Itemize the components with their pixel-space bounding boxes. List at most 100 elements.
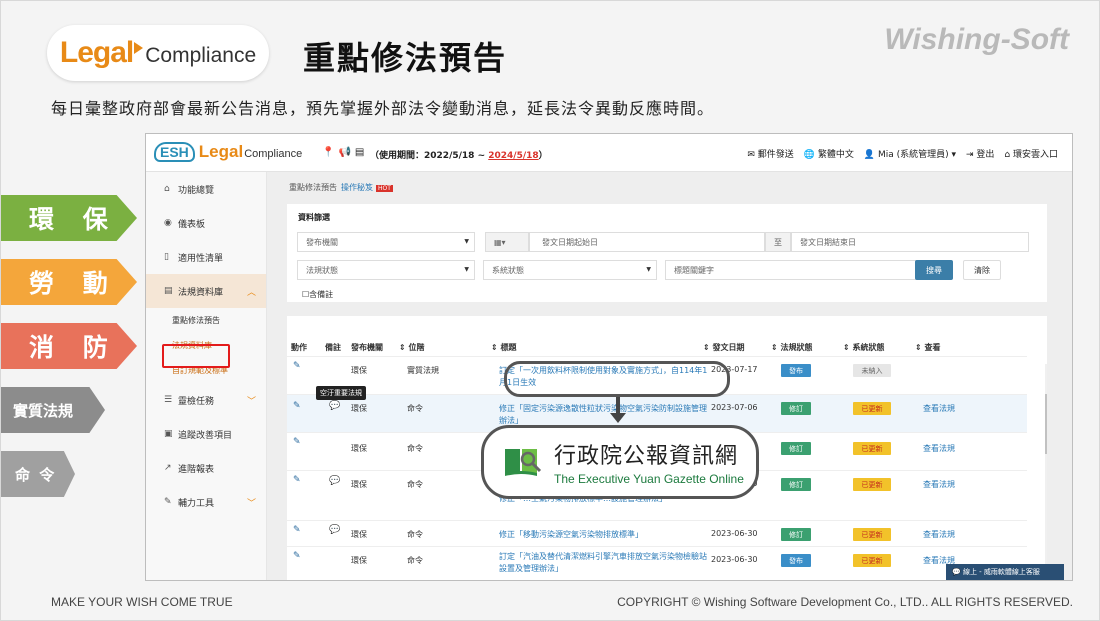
row-level: 命令 bbox=[407, 480, 423, 489]
sys-status-select[interactable]: 系統狀態 ▼ bbox=[483, 260, 657, 280]
wrench-icon: ✎ bbox=[164, 497, 172, 507]
hot-badge: HOT bbox=[376, 185, 393, 192]
view-law-link[interactable]: 查看法規 bbox=[923, 479, 955, 491]
row-agency: 環保 bbox=[351, 404, 367, 413]
sidebar-item-label: 法規資料庫 bbox=[178, 287, 224, 298]
clipboard-icon: ▣ bbox=[164, 429, 173, 439]
table-header: 動作 備註 發布機關 ⇕ 位階 ⇕ 標題 ⇕ 發文日期 ⇕ 法規狀態 ⇕ 系統狀… bbox=[287, 316, 1047, 353]
gazette-text: 行政院公報資訊網 The Executive Yuan Gazette Onli… bbox=[554, 438, 744, 486]
agency-select[interactable]: 發布機關 ▼ bbox=[297, 232, 475, 252]
sort-icon: ⇕ bbox=[915, 343, 922, 352]
date-start-input[interactable]: 發文日期起始日 bbox=[529, 232, 765, 252]
live-chat-bar[interactable]: 💬 線上 - 威雨軟體線上客服 bbox=[946, 564, 1064, 580]
edit-icon[interactable]: ✎ bbox=[293, 551, 301, 561]
sidebar: ⌂ 功能總覽 ◉ 儀表板 ▯ 適用性清單 ▤ 法規資料庫 ︿ 重點修法預告 法規資料庫 自… bbox=[146, 172, 267, 580]
table-row[interactable]: ✎ 💬 環保 命令 修正「移動污染源空氣污染物排放標準」 2023-06-30 … bbox=[287, 520, 1027, 546]
header-law-status-wrap[interactable]: ⇕ 法規狀態 bbox=[771, 342, 813, 353]
sidebar-item-law-database[interactable]: ▤ 法規資料庫 ︿ bbox=[146, 274, 266, 308]
sys-status-badge: 已更新 bbox=[853, 528, 891, 541]
row-title-link[interactable]: 修正「固定污染源逸散性粒狀污染物空氣污染防制設施管理辦法」 bbox=[499, 403, 709, 427]
mail-send-link[interactable]: ✉ 郵件發送 bbox=[747, 147, 793, 160]
row-title-link[interactable]: 修正「移動污染源空氣污染物排放標準」 bbox=[499, 529, 709, 541]
chart-icon: ↗ bbox=[164, 463, 172, 473]
header-sys-status-wrap[interactable]: ⇕ 系統狀態 bbox=[843, 342, 885, 353]
sidebar-item-tools[interactable]: ✎ 輔力工具 ﹀ bbox=[146, 485, 266, 519]
keyword-input[interactable]: 標題關鍵字 bbox=[665, 260, 929, 280]
search-button[interactable]: 搜尋 bbox=[915, 260, 953, 280]
header-date-wrap[interactable]: ⇕ 發文日期 bbox=[703, 342, 745, 353]
sys-status-badge: 已更新 bbox=[853, 554, 891, 567]
announce-icon[interactable]: 📢 bbox=[338, 147, 354, 158]
view-law-link[interactable]: 查看法規 bbox=[923, 403, 955, 415]
chat-label: 線上 - 威雨軟體線上客服 bbox=[962, 568, 1040, 576]
sidebar-item-overview[interactable]: ⌂ 功能總覽 bbox=[146, 172, 266, 206]
gazette-title-en: The Executive Yuan Gazette Online bbox=[554, 472, 744, 486]
header-sys-status: 系統狀態 bbox=[852, 343, 885, 352]
edit-icon[interactable]: ✎ bbox=[293, 475, 301, 485]
table-scrollbar[interactable] bbox=[1045, 364, 1047, 578]
slide: Legal Compliance 重點修法預告 Wishing-Soft 每日彙整… bbox=[0, 0, 1100, 621]
header-level-wrap[interactable]: ⇕ 位階 bbox=[399, 342, 425, 353]
scrollbar-thumb[interactable] bbox=[1045, 394, 1047, 454]
header-date: 發文日期 bbox=[712, 343, 745, 352]
period-sep: ~ bbox=[474, 151, 489, 161]
operation-guide-link[interactable]: 操作秘笈 bbox=[341, 183, 373, 192]
clear-button[interactable]: 清除 bbox=[963, 260, 1001, 280]
chat-icon: 💬 bbox=[952, 568, 963, 576]
comment-icon[interactable]: 💬 bbox=[329, 401, 340, 411]
header-title-wrap[interactable]: ⇕ 標題 bbox=[491, 342, 517, 353]
calendar-button[interactable]: ▦▾ bbox=[485, 232, 529, 252]
header-agency[interactable]: 發布機關 bbox=[351, 342, 383, 353]
document-icon: ▯ bbox=[164, 252, 169, 262]
sidebar-item-tracking[interactable]: ▣ 追蹤改善項目 bbox=[146, 417, 266, 451]
gazette-book-icon bbox=[502, 441, 544, 483]
header-notes: 備註 bbox=[325, 343, 341, 352]
edit-icon[interactable]: ✎ bbox=[293, 361, 301, 371]
edit-icon[interactable]: ✎ bbox=[293, 401, 301, 411]
book-icon[interactable]: ▤ bbox=[355, 147, 368, 158]
category-labor: 勞 動 bbox=[1, 259, 137, 305]
esh-logo[interactable]: ESH Legal Compliance bbox=[154, 142, 302, 162]
chevron-down-icon: ﹀ bbox=[246, 396, 256, 407]
edit-icon[interactable]: ✎ bbox=[293, 525, 301, 535]
logout-link[interactable]: ⇥ 登出 bbox=[966, 147, 994, 160]
row-title-link[interactable]: 訂定「汽油及替代清潔燃料引擎汽車排放空氣污染物檢驗站設置及管理辦法」 bbox=[499, 551, 709, 575]
row-level: 命令 bbox=[407, 444, 423, 453]
language-select[interactable]: 🌐 繁體中文 bbox=[804, 147, 854, 160]
logo-compliance-text: Compliance bbox=[145, 44, 257, 67]
table-row[interactable]: ✎ 環保 命令 訂定「汽油及替代清潔燃料引擎汽車排放空氣污染物檢驗站設置及管理辦… bbox=[287, 546, 1027, 580]
usage-period: （使用期間：2022/5/18 ~ 2024/5/18） bbox=[370, 148, 548, 161]
sys-status-badge: 未納入 bbox=[853, 364, 891, 377]
sidebar-item-dashboard[interactable]: ◉ 儀表板 bbox=[146, 206, 266, 240]
page-subtitle: 每日彙整政府部會最新公告消息，預先掌握外部法令變動消息，延長法令異動反應時間。 bbox=[51, 99, 715, 118]
portal-link[interactable]: ⌂ 環安雲入口 bbox=[1004, 147, 1058, 160]
esh-logo-legal: Legal bbox=[198, 142, 244, 161]
header-law-status: 法規狀態 bbox=[780, 343, 813, 352]
comment-icon[interactable]: 💬 bbox=[329, 476, 340, 486]
caret-down-icon: ▼ bbox=[464, 238, 469, 245]
row-level: 命令 bbox=[407, 556, 423, 565]
law-status-badge: 發布 bbox=[781, 364, 811, 377]
sidebar-item-inspection[interactable]: ☰ 靈檢任務 ﹀ bbox=[146, 383, 266, 417]
include-notes-checkbox[interactable]: ☐含備註 bbox=[302, 289, 333, 300]
date-end-input[interactable]: 發文日期結束日 bbox=[791, 232, 1029, 252]
comment-icon[interactable]: 💬 bbox=[329, 525, 340, 535]
sidebar-sub-amendment-notice[interactable]: 重點修法預告 bbox=[146, 308, 266, 333]
note-tooltip: 空汙重要法規 bbox=[316, 386, 366, 400]
view-law-link[interactable]: 查看法規 bbox=[923, 529, 955, 541]
header-title: 標題 bbox=[500, 343, 517, 352]
law-status-select[interactable]: 法規狀態 ▼ bbox=[297, 260, 475, 280]
edit-icon[interactable]: ✎ bbox=[293, 437, 301, 447]
filter-panel: 資料篩選 發布機關 ▼ ▦▾ 發文日期起始日 至 發文日期結束日 法規狀態 ▼ 系統… bbox=[287, 204, 1047, 302]
view-law-link[interactable]: 查看法規 bbox=[923, 443, 955, 455]
header-view-wrap[interactable]: ⇕ 查看 bbox=[915, 342, 941, 353]
sys-status-badge: 已更新 bbox=[853, 442, 891, 455]
user-menu[interactable]: 👤 Mia (系統管理員) ▾ bbox=[864, 147, 956, 160]
period-start: 2022/5/18 bbox=[424, 151, 475, 161]
sort-icon: ⇕ bbox=[771, 343, 778, 352]
sidebar-item-applicability[interactable]: ▯ 適用性清單 bbox=[146, 240, 266, 274]
category-fire: 消 防 bbox=[1, 323, 137, 369]
location-icon[interactable]: 📍 bbox=[322, 147, 338, 158]
sidebar-item-reports[interactable]: ↗ 進階報表 bbox=[146, 451, 266, 485]
legal-compliance-logo: Legal Compliance bbox=[47, 25, 269, 81]
